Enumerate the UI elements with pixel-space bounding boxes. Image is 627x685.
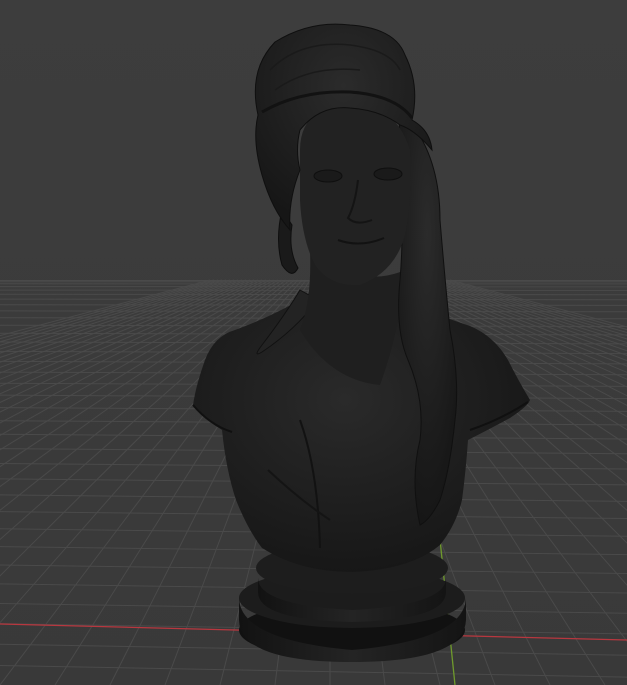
- left-eye: [313, 169, 343, 183]
- viewport-canvas[interactable]: [0, 0, 627, 685]
- right-eye: [373, 167, 403, 181]
- 3d-viewport[interactable]: [0, 0, 627, 685]
